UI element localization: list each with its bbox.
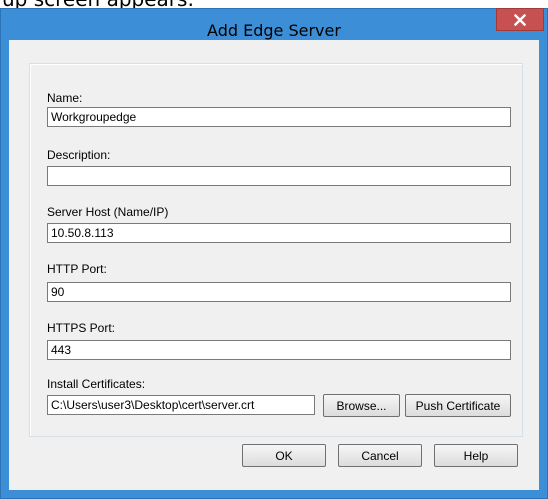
close-icon xyxy=(514,13,526,26)
browse-button[interactable]: Browse... xyxy=(323,394,400,417)
http-port-label: HTTP Port: xyxy=(47,262,107,276)
description-field[interactable] xyxy=(47,166,511,186)
certificate-path-field[interactable] xyxy=(47,395,315,415)
add-edge-server-dialog: Add Edge Server Name: Description: Serve… xyxy=(0,8,548,499)
name-label: Name: xyxy=(47,91,83,105)
description-label: Description: xyxy=(47,148,111,162)
server-host-field[interactable] xyxy=(47,223,511,243)
cancel-button[interactable]: Cancel xyxy=(338,444,422,467)
install-certificates-label: Install Certificates: xyxy=(47,377,146,391)
https-port-field[interactable] xyxy=(47,340,511,360)
name-field[interactable] xyxy=(47,107,511,127)
help-button[interactable]: Help xyxy=(434,444,518,467)
server-host-label: Server Host (Name/IP) xyxy=(47,205,169,219)
close-button[interactable] xyxy=(496,8,544,31)
dialog-title: Add Edge Server xyxy=(207,21,341,40)
push-certificate-button[interactable]: Push Certificate xyxy=(405,394,511,417)
ok-button[interactable]: OK xyxy=(242,444,326,467)
https-port-label: HTTPS Port: xyxy=(47,321,116,335)
dialog-body: Name: Description: Server Host (Name/IP)… xyxy=(9,40,539,490)
http-port-field[interactable] xyxy=(47,282,511,302)
